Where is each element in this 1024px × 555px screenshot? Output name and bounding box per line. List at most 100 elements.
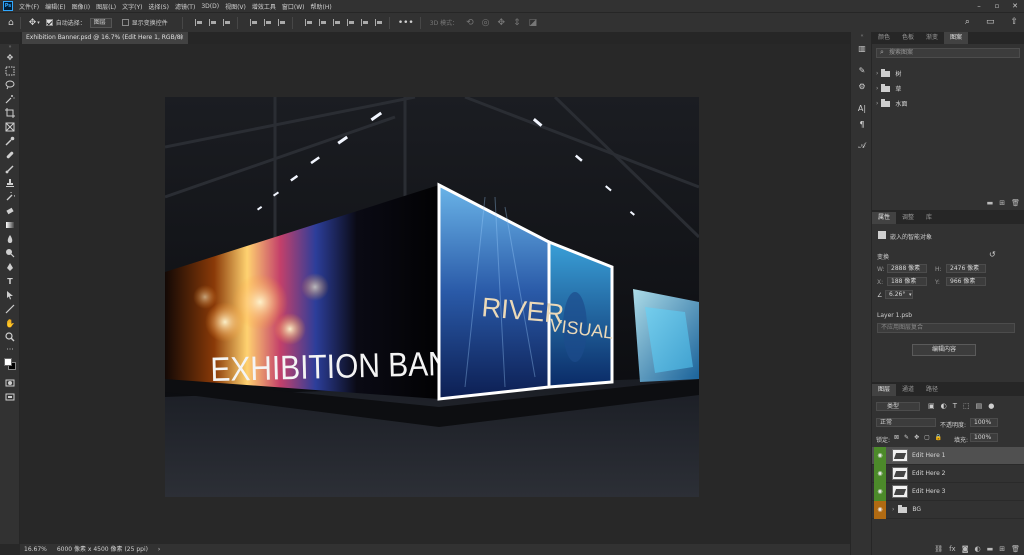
- new-group-icon[interactable]: ▬: [987, 545, 994, 553]
- move-tool-icon[interactable]: ✥: [0, 50, 20, 64]
- show-transform-checkbox[interactable]: [121, 19, 129, 26]
- edit-contents-button[interactable]: 编辑内容: [912, 344, 976, 356]
- tab-paths[interactable]: 路径: [920, 384, 944, 396]
- adjustment-layer-icon[interactable]: ◐: [975, 545, 981, 553]
- lock-transparent-icon[interactable]: ⊠: [894, 434, 899, 441]
- 3d-scale-icon[interactable]: ◪: [529, 18, 538, 28]
- lock-artboard-icon[interactable]: ▢: [924, 434, 930, 441]
- chevron-right-icon[interactable]: ›: [876, 70, 878, 77]
- zoom-tool-icon[interactable]: [0, 330, 20, 344]
- hand-tool-icon[interactable]: ✋: [0, 316, 20, 330]
- distribute-icon[interactable]: [318, 19, 327, 26]
- brush-settings-icon[interactable]: ✎: [851, 62, 873, 78]
- glyphs-icon[interactable]: 𝒜: [851, 138, 873, 154]
- menu-filter[interactable]: 滤镜(T): [175, 2, 195, 11]
- menu-type[interactable]: 文字(Y): [122, 2, 142, 11]
- pattern-group[interactable]: › 草: [872, 81, 1024, 96]
- add-mask-icon[interactable]: ◙: [962, 545, 969, 553]
- layer-row[interactable]: ◉ Edit Here 2: [872, 464, 1024, 483]
- menu-help[interactable]: 帮助(H): [311, 2, 332, 11]
- filter-smart-icon[interactable]: ▤: [976, 402, 983, 410]
- tab-properties[interactable]: 属性: [872, 212, 897, 224]
- filter-adjust-icon[interactable]: ◐: [941, 402, 947, 410]
- share-icon[interactable]: ⇧: [1010, 17, 1018, 27]
- dodge-tool-icon[interactable]: [0, 246, 20, 260]
- auto-select-checkbox[interactable]: [45, 19, 53, 26]
- x-field[interactable]: 188 像素: [887, 277, 927, 286]
- new-pattern-icon[interactable]: ⊞: [999, 199, 1005, 207]
- gradient-tool-icon[interactable]: [0, 218, 20, 232]
- layer-name[interactable]: Edit Here 2: [912, 470, 945, 477]
- menu-3d[interactable]: 3D(D): [201, 3, 219, 10]
- magic-wand-tool-icon[interactable]: [0, 92, 20, 106]
- tab-libraries[interactable]: 库: [920, 212, 938, 224]
- crop-tool-icon[interactable]: [0, 106, 20, 120]
- width-field[interactable]: 2888 像素: [887, 264, 927, 273]
- blur-tool-icon[interactable]: [0, 232, 20, 246]
- filter-type-icon[interactable]: T: [953, 402, 957, 410]
- layer-row[interactable]: ◉ Edit Here 3: [872, 482, 1024, 501]
- chevron-right-icon[interactable]: ›: [876, 85, 878, 92]
- delete-icon[interactable]: 🗑: [1011, 199, 1020, 207]
- layer-name[interactable]: BG: [912, 506, 921, 513]
- layer-row[interactable]: ◉ Edit Here 1: [872, 446, 1024, 465]
- distribute-icon[interactable]: [360, 19, 369, 26]
- layer-name[interactable]: Edit Here 1: [912, 452, 945, 459]
- chevron-right-icon[interactable]: ›: [876, 100, 878, 107]
- filter-shape-icon[interactable]: ⬚: [963, 402, 970, 410]
- align-left-icon[interactable]: [194, 19, 203, 26]
- eyedropper-tool-icon[interactable]: [0, 134, 20, 148]
- auto-select-dropdown[interactable]: 图层: [89, 17, 112, 28]
- paragraph-icon[interactable]: ¶: [851, 116, 873, 132]
- lasso-tool-icon[interactable]: [0, 78, 20, 92]
- color-swatches[interactable]: [0, 354, 20, 376]
- filter-toggle-icon[interactable]: ●: [988, 402, 994, 410]
- minimize-icon[interactable]: –: [970, 0, 988, 12]
- maximize-icon[interactable]: ▫: [988, 0, 1006, 12]
- tab-color[interactable]: 颜色: [872, 32, 896, 44]
- link-layers-icon[interactable]: ⛓: [934, 545, 943, 553]
- lock-position-icon[interactable]: ✥: [914, 434, 919, 441]
- pattern-group[interactable]: › 树: [872, 66, 1024, 81]
- more-tools-icon[interactable]: ···: [0, 344, 20, 354]
- line-tool-icon[interactable]: [0, 302, 20, 316]
- menu-view[interactable]: 视图(V): [225, 2, 246, 11]
- align-top-icon[interactable]: [249, 19, 258, 26]
- fill-field[interactable]: 100%: [970, 433, 998, 442]
- menu-layer[interactable]: 图层(L): [96, 2, 116, 11]
- menu-window[interactable]: 窗口(W): [282, 2, 305, 11]
- 3d-rotate-icon[interactable]: ⟲: [466, 18, 474, 28]
- height-field[interactable]: 2476 像素: [946, 264, 986, 273]
- distribute-icon[interactable]: [332, 19, 341, 26]
- pattern-search-input[interactable]: 搜索图案: [876, 48, 1020, 58]
- layer-comp-select[interactable]: 不应用图层复合: [877, 323, 1015, 333]
- close-icon[interactable]: ✕: [1006, 0, 1024, 12]
- y-field[interactable]: 966 像素: [946, 277, 986, 286]
- filter-pixel-icon[interactable]: ▣: [928, 402, 935, 410]
- brush-tool-icon[interactable]: [0, 162, 20, 176]
- align-hcenter-icon[interactable]: [208, 19, 217, 26]
- align-bottom-icon[interactable]: [277, 19, 286, 26]
- tab-swatches[interactable]: 色板: [896, 32, 920, 44]
- healing-brush-tool-icon[interactable]: [0, 148, 20, 162]
- search-icon[interactable]: ⌕: [965, 17, 970, 27]
- canvas-area[interactable]: EXHIBITION BANNER RIVER VISUAL: [21, 44, 850, 544]
- chevron-down-icon[interactable]: ▾: [37, 20, 40, 26]
- document-canvas[interactable]: EXHIBITION BANNER RIVER VISUAL: [165, 97, 699, 497]
- 3d-slide-icon[interactable]: ⇕: [513, 18, 521, 28]
- eraser-tool-icon[interactable]: [0, 204, 20, 218]
- 3d-pan-icon[interactable]: ✥: [498, 18, 506, 28]
- blend-mode-select[interactable]: 正常: [876, 418, 936, 427]
- visibility-eye-icon[interactable]: ◉: [874, 446, 886, 465]
- reset-transform-icon[interactable]: ↺: [989, 250, 996, 259]
- visibility-eye-icon[interactable]: ◉: [874, 482, 886, 501]
- zoom-level[interactable]: 16.67%: [24, 546, 47, 553]
- move-tool-icon[interactable]: ✥: [29, 18, 37, 28]
- path-selection-tool-icon[interactable]: [0, 288, 20, 302]
- new-group-icon[interactable]: ▬: [987, 199, 994, 207]
- pen-tool-icon[interactable]: [0, 260, 20, 274]
- menu-select[interactable]: 选择(S): [148, 2, 169, 11]
- new-layer-icon[interactable]: ⊞: [999, 545, 1005, 553]
- tab-patterns[interactable]: 图案: [944, 32, 969, 44]
- close-tab-icon[interactable]: ×: [179, 32, 184, 44]
